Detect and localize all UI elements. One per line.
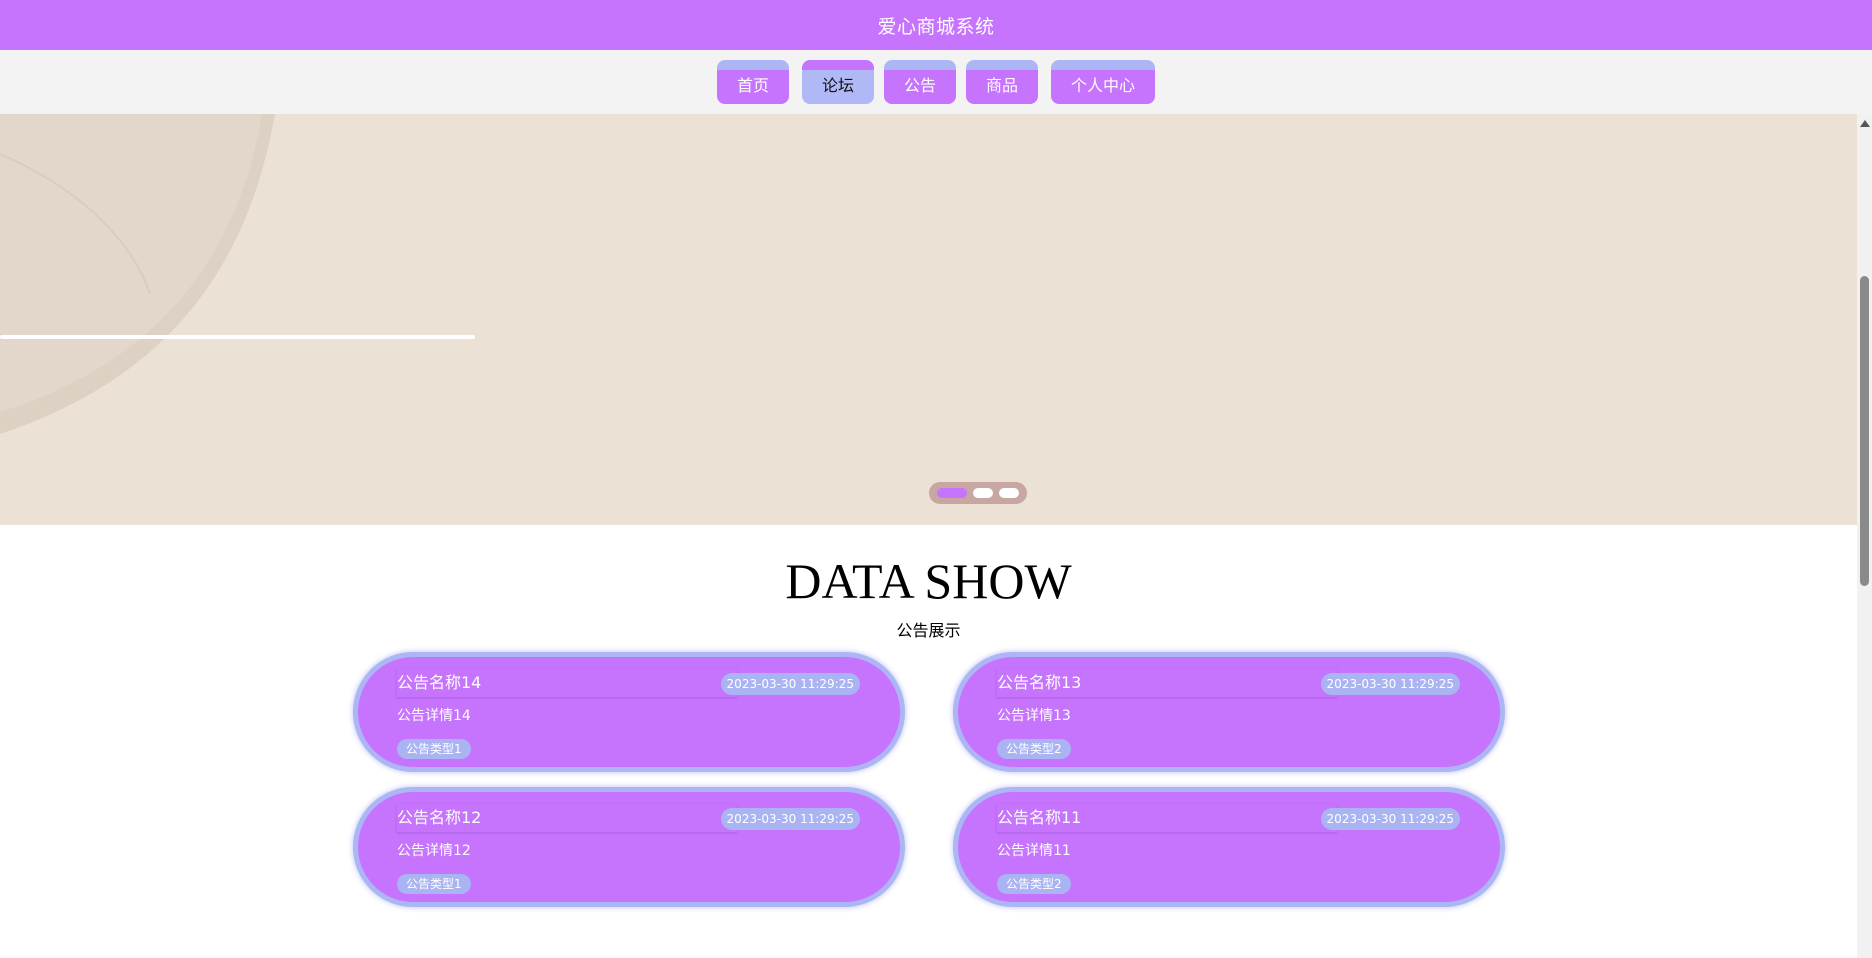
nav-item-label: 公告: [903, 76, 936, 95]
page: 爱心商城系统 首页 论坛 公告 商品 个人中心 DATA SHOW 公告展示 公…: [0, 0, 1872, 958]
main-nav: 首页 论坛 公告 商品 个人中心: [0, 50, 1872, 114]
scroll-up-icon[interactable]: [1860, 120, 1870, 127]
nav-item-profile[interactable]: 个人中心: [1051, 60, 1155, 104]
notice-title: 公告名称11: [997, 804, 1337, 832]
nav-item-home[interactable]: 首页: [717, 60, 789, 104]
notice-title: 公告名称13: [997, 669, 1337, 697]
notice-detail: 公告详情13: [997, 708, 1071, 724]
nav-item-label: 商品: [985, 76, 1018, 95]
notice-card[interactable]: 公告名称12 2023-03-30 11:29:25 公告详情12 公告类型1: [353, 787, 905, 907]
notice-detail: 公告详情12: [397, 843, 471, 859]
notice-card[interactable]: 公告名称11 2023-03-30 11:29:25 公告详情11 公告类型2: [953, 787, 1505, 907]
notice-card[interactable]: 公告名称13 2023-03-30 11:29:25 公告详情13 公告类型2: [953, 652, 1505, 772]
site-header: 爱心商城系统: [0, 0, 1872, 50]
notice-type-badge: 公告类型2: [997, 874, 1071, 894]
nav-item-label: 首页: [736, 76, 769, 95]
notice-title: 公告名称12: [397, 804, 737, 832]
notice-type-badge: 公告类型2: [997, 739, 1071, 759]
carousel-dot-2[interactable]: [973, 488, 993, 498]
nav-item-label: 个人中心: [1070, 76, 1135, 95]
section-subtitle: 公告展示: [896, 621, 961, 640]
nav-item-notice[interactable]: 公告: [884, 60, 956, 104]
nav-item-label: 论坛: [821, 76, 854, 95]
carousel-indicators: [929, 482, 1027, 504]
notice-card[interactable]: 公告名称14 2023-03-30 11:29:25 公告详情14 公告类型1: [353, 652, 905, 772]
section-title: DATA SHOW: [785, 553, 1072, 609]
notice-detail: 公告详情14: [397, 708, 471, 724]
notice-type-badge: 公告类型1: [397, 739, 471, 759]
carousel-dot-1[interactable]: [937, 488, 967, 498]
nav-item-forum[interactable]: 论坛: [802, 60, 874, 104]
notice-title: 公告名称14: [397, 669, 737, 697]
notice-date-badge: 2023-03-30 11:29:25: [720, 673, 860, 695]
notice-date-badge: 2023-03-30 11:29:25: [720, 808, 860, 830]
notice-detail: 公告详情11: [997, 843, 1071, 859]
page-scrollbar[interactable]: [1857, 114, 1872, 958]
nav-item-products[interactable]: 商品: [966, 60, 1038, 104]
banner-image: [0, 114, 475, 434]
scroll-thumb[interactable]: [1860, 276, 1869, 586]
notice-date-badge: 2023-03-30 11:29:25: [1320, 673, 1460, 695]
notice-date-badge: 2023-03-30 11:29:25: [1320, 808, 1460, 830]
banner-carousel[interactable]: [0, 114, 1857, 525]
site-title: 爱心商城系统: [877, 15, 995, 38]
carousel-dot-3[interactable]: [999, 488, 1019, 498]
notice-type-badge: 公告类型1: [397, 874, 471, 894]
